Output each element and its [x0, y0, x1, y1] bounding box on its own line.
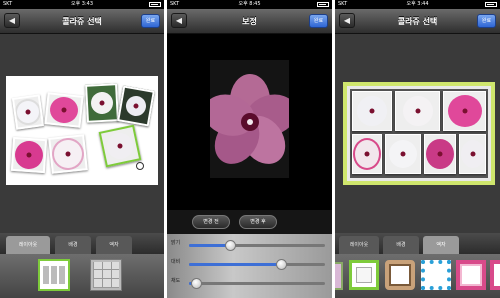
- collage-photo-selected[interactable]: [98, 124, 142, 168]
- collage-photo[interactable]: [44, 92, 84, 128]
- frame-option-blue[interactable]: [421, 260, 451, 290]
- battery-icon: [149, 2, 161, 7]
- grid-photo[interactable]: [424, 134, 456, 174]
- phone-screen-layout: SKT 오후 3:43 ◀ 콜라쥬 선택 완료 레이아웃 배경 액자: [0, 0, 164, 298]
- tab-frame[interactable]: 액자: [96, 236, 132, 254]
- clock: 오후 3:43: [70, 1, 94, 7]
- tab-frame[interactable]: 액자: [423, 236, 459, 254]
- collage-canvas[interactable]: [6, 76, 158, 185]
- contrast-slider[interactable]: [189, 259, 325, 270]
- nav-bar: ◀ 콜라쥬 선택 완료: [0, 9, 164, 34]
- brightness-slider[interactable]: [189, 240, 325, 251]
- frame-option-pink[interactable]: [456, 260, 486, 290]
- grid-photo[interactable]: [459, 134, 486, 174]
- slider-knob[interactable]: [190, 278, 202, 289]
- slider-knob[interactable]: [276, 259, 288, 270]
- frame-tray: [335, 254, 500, 298]
- status-bar: SKT 오후 8:45: [167, 0, 332, 9]
- tab-layout[interactable]: 레이아웃: [6, 236, 50, 254]
- status-bar: SKT 오후 3:43: [0, 0, 164, 9]
- done-button[interactable]: 완료: [477, 14, 496, 28]
- collage-photo[interactable]: [11, 94, 45, 130]
- battery-icon: [485, 2, 497, 7]
- slider-knob[interactable]: [224, 240, 236, 251]
- nav-bar: ◀ 콜라쥬 선택 완료: [335, 9, 500, 34]
- grid-photo[interactable]: [395, 91, 440, 131]
- frame-option-partial-right[interactable]: [490, 260, 500, 290]
- grid-photo[interactable]: [443, 91, 486, 131]
- slider-fill: [189, 244, 230, 247]
- layout-tray: [0, 254, 164, 298]
- collage-photo[interactable]: [10, 136, 48, 174]
- done-button[interactable]: 완료: [141, 14, 160, 28]
- adjustment-panel: 밝기 대비 채도: [167, 234, 332, 298]
- rotate-handle-icon[interactable]: [136, 162, 144, 170]
- slider-row: 밝기: [167, 236, 332, 254]
- tab-background[interactable]: 배경: [55, 236, 91, 254]
- slider-label: 대비: [171, 259, 181, 265]
- hibiscus-flower-image: [210, 60, 289, 178]
- slider-label: 밝기: [171, 240, 181, 246]
- before-button[interactable]: 변경 전: [192, 215, 230, 229]
- compare-bar: 변경 전 변경 후: [167, 210, 332, 234]
- collage-grid: [347, 86, 491, 181]
- phone-screen-frame: SKT 오후 3:44 ◀ 콜라쥬 선택 완료 레이아웃 배경 액자: [335, 0, 500, 298]
- scatter-layout-icon: [43, 266, 65, 284]
- slider-row: 채도: [167, 274, 332, 292]
- done-button[interactable]: 완료: [309, 14, 328, 28]
- layout-option-grid[interactable]: [90, 259, 122, 291]
- frame-option-wood[interactable]: [385, 260, 415, 290]
- tab-bar: 레이아웃 배경 액자: [0, 233, 164, 254]
- slider-row: 대비: [167, 255, 332, 273]
- photo-edit-area: [167, 35, 332, 210]
- collage-photo[interactable]: [48, 134, 88, 174]
- grid-photo[interactable]: [352, 91, 392, 131]
- screenshot-collage: SKT 오후 3:43 ◀ 콜라쥬 선택 완료 레이아웃 배경 액자 SKT 오…: [0, 0, 500, 298]
- grid-photo[interactable]: [352, 134, 382, 174]
- clock: 오후 3:44: [406, 1, 429, 7]
- grid-photo[interactable]: [385, 134, 421, 174]
- frame-option-white[interactable]: [349, 260, 379, 290]
- tab-bar: 레이아웃 배경 액자: [335, 233, 500, 254]
- grid-layout-icon: [93, 262, 119, 288]
- phone-screen-adjust: SKT 오후 8:45 ◀ 보정 완료 변경 전 변경 후 밝기 대비 채도: [167, 0, 332, 298]
- after-button[interactable]: 변경 후: [239, 215, 277, 229]
- clock: 오후 8:45: [238, 1, 261, 7]
- edited-photo: [210, 60, 289, 178]
- page-title: 보정: [242, 17, 257, 26]
- framed-collage[interactable]: [343, 82, 495, 185]
- page-title: 콜라쥬 선택: [62, 17, 102, 26]
- slider-label: 채도: [171, 278, 181, 284]
- saturation-slider[interactable]: [189, 278, 325, 289]
- tab-background[interactable]: 배경: [383, 236, 419, 254]
- nav-bar: ◀ 보정 완료: [167, 9, 332, 34]
- tab-layout[interactable]: 레이아웃: [339, 236, 379, 254]
- layout-option-scattered[interactable]: [38, 259, 70, 291]
- battery-icon: [317, 2, 329, 7]
- collage-photo[interactable]: [85, 83, 119, 123]
- page-title: 콜라쥬 선택: [397, 17, 438, 26]
- frame-option-partial[interactable]: [335, 262, 343, 290]
- status-bar: SKT 오후 3:44: [335, 0, 500, 9]
- collage-photo[interactable]: [117, 85, 155, 127]
- slider-fill: [189, 263, 282, 266]
